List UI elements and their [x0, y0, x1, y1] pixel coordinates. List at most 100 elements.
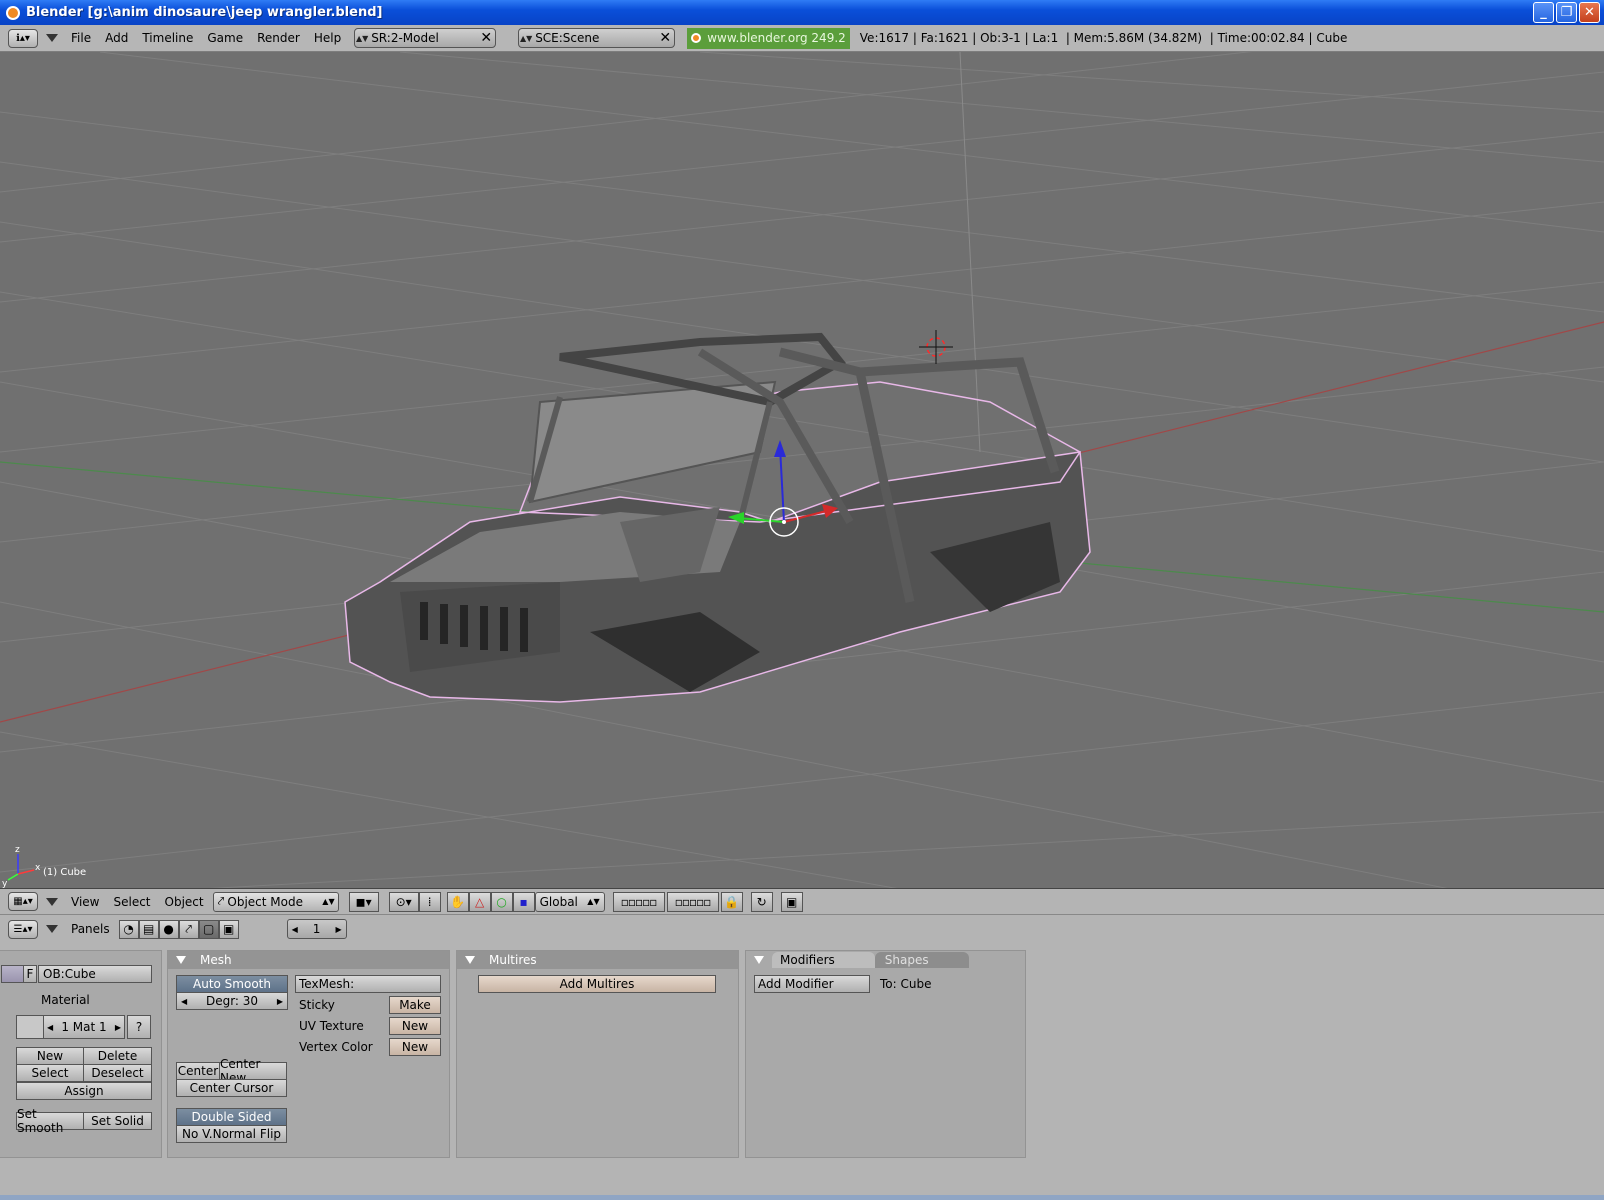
- render-preview-button[interactable]: ▣: [780, 891, 803, 912]
- rotate-manipulator-button[interactable]: ○: [490, 891, 513, 912]
- lock-icon: 🔒: [724, 894, 740, 909]
- center-cursor-button[interactable]: Center Cursor: [176, 1079, 287, 1097]
- vertex-color-new-button[interactable]: New: [389, 1038, 441, 1056]
- menu-game[interactable]: Game: [200, 31, 250, 45]
- menu-timeline[interactable]: Timeline: [135, 31, 200, 45]
- draw-type-selector[interactable]: ◼▾: [348, 891, 379, 912]
- set-smooth-button[interactable]: Set Smooth: [16, 1107, 84, 1135]
- material-slot-field[interactable]: ◀ 1 Mat 1 ▶: [43, 1015, 125, 1039]
- window-type-selector[interactable]: ℹ▴▾: [8, 28, 38, 48]
- delete-scene-icon[interactable]: ✕: [656, 30, 674, 46]
- left-arrow-icon: ◀: [291, 924, 298, 934]
- scene-layers-row2[interactable]: ▫▫▫▫▫: [666, 891, 719, 912]
- tab-shapes[interactable]: Shapes: [874, 952, 969, 968]
- scene-selector[interactable]: ▲▼ SCE:Scene ✕: [518, 28, 676, 48]
- menu-help[interactable]: Help: [307, 31, 348, 45]
- active-object-label: (1) Cube: [43, 867, 87, 878]
- frame-number-field[interactable]: ◀ 1 ▶: [286, 919, 347, 939]
- delete-screen-icon[interactable]: ✕: [477, 30, 495, 46]
- hand-icon: ✋: [450, 894, 466, 909]
- add-modifier-button[interactable]: Add Modifier: [754, 975, 870, 993]
- screen-selector[interactable]: ▲▼ SR:2-Model ✕: [354, 28, 497, 48]
- orientation-label: Global: [539, 894, 578, 909]
- collapse-menu-icon[interactable]: [46, 925, 58, 933]
- new-material-button[interactable]: New: [16, 1047, 84, 1065]
- collapse-icon: [465, 956, 475, 964]
- mesh-panel-title: Mesh: [200, 953, 232, 967]
- right-arrow-icon: ▶: [276, 996, 283, 1006]
- center-new-button[interactable]: Center New: [219, 1057, 287, 1085]
- menu-object[interactable]: Object: [158, 895, 211, 909]
- fake-user-button[interactable]: F: [23, 965, 37, 983]
- editor-type-selector[interactable]: ▦▴▾: [8, 892, 38, 911]
- collapse-icon[interactable]: [754, 956, 764, 964]
- 3d-viewport[interactable]: z x y (1) Cube: [0, 52, 1604, 889]
- deselect-material-button[interactable]: Deselect: [83, 1064, 152, 1082]
- scene-context-button[interactable]: ▣: [218, 919, 239, 939]
- pivot-selector[interactable]: ⊙▾: [388, 891, 419, 912]
- material-help-button[interactable]: ?: [127, 1015, 151, 1039]
- buttons-panels-area: F OB:Cube Material ◀ 1 Mat 1 ▶ ? New Del…: [0, 942, 1604, 1200]
- auto-smooth-toggle[interactable]: Auto Smooth: [176, 975, 288, 993]
- scale-manipulator-button[interactable]: ▪: [512, 891, 535, 912]
- axis-x-label: x: [35, 863, 41, 873]
- set-solid-button[interactable]: Set Solid: [83, 1112, 152, 1130]
- tab-modifiers[interactable]: Modifiers: [772, 952, 875, 968]
- menu-render[interactable]: Render: [250, 31, 307, 45]
- material-color-swatch[interactable]: [16, 1015, 44, 1039]
- manipulator-toggle[interactable]: ✋: [446, 891, 469, 912]
- blender-logo-icon: [691, 33, 702, 43]
- add-multires-button[interactable]: Add Multires: [478, 975, 716, 993]
- lock-layers-button[interactable]: 🔒: [720, 891, 743, 912]
- jeep-model[interactable]: [344, 332, 1091, 703]
- assign-material-button[interactable]: Assign: [16, 1082, 152, 1100]
- material-slot-label: 1 Mat 1: [61, 1020, 107, 1034]
- snap-toggle[interactable]: ⁞: [418, 891, 441, 912]
- buttons-window-header: ☰▴▾ Panels ◔ ▤ ● ⤤ ▢ ▣ ◀ 1 ▶: [0, 916, 1604, 942]
- mesh-panel-header[interactable]: Mesh: [168, 951, 449, 969]
- logic-context-button[interactable]: ◔: [118, 919, 139, 939]
- orientation-selector[interactable]: Global ▲▼: [534, 891, 605, 912]
- texmesh-field[interactable]: TexMesh:: [295, 975, 441, 993]
- collapse-menu-icon[interactable]: [46, 34, 58, 42]
- menu-file[interactable]: File: [64, 31, 98, 45]
- minimize-button[interactable]: _: [1533, 2, 1554, 23]
- material-label: Material: [41, 993, 90, 1007]
- scene-name[interactable]: SCE:Scene: [533, 31, 656, 45]
- mode-selector[interactable]: ⤤ Object Mode ▲▼: [212, 891, 339, 912]
- delete-material-button[interactable]: Delete: [83, 1047, 152, 1065]
- menu-add[interactable]: Add: [98, 31, 135, 45]
- sticky-make-button[interactable]: Make: [389, 996, 441, 1014]
- pivot-icon: ⊙▾: [395, 894, 412, 909]
- scene-layers-row1[interactable]: ▫▫▫▫▫: [612, 891, 665, 912]
- degree-field[interactable]: ◀ Degr: 30 ▶: [176, 992, 288, 1010]
- menu-view[interactable]: View: [64, 895, 106, 909]
- image-icon: ▣: [785, 894, 798, 909]
- left-arrow-icon: ◀: [47, 1022, 54, 1032]
- uv-texture-new-button[interactable]: New: [389, 1017, 441, 1035]
- square-icon: ▢: [202, 922, 215, 936]
- menu-select[interactable]: Select: [106, 895, 157, 909]
- script-context-button[interactable]: ▤: [138, 919, 159, 939]
- website-link[interactable]: www.blender.org 249.2: [687, 27, 850, 49]
- select-material-button[interactable]: Select: [16, 1064, 84, 1082]
- translate-manipulator-button[interactable]: △: [468, 891, 491, 912]
- shading-context-button[interactable]: ●: [158, 919, 179, 939]
- screen-name[interactable]: SR:2-Model: [369, 31, 477, 45]
- object-name-field[interactable]: OB:Cube: [38, 965, 152, 983]
- modifiers-panel: Modifiers Shapes Add Modifier To: Cube: [745, 950, 1026, 1158]
- multires-panel-header[interactable]: Multires: [457, 951, 738, 969]
- editor-type-selector[interactable]: ☰▴▾: [8, 919, 38, 939]
- object-context-button[interactable]: ⤤: [178, 919, 199, 939]
- opengl-render-button[interactable]: ↻: [750, 891, 773, 912]
- editing-context-button[interactable]: ▢: [198, 919, 219, 939]
- close-button[interactable]: ✕: [1579, 2, 1600, 23]
- frame-number: 1: [312, 922, 321, 936]
- collapse-menu-icon[interactable]: [46, 897, 58, 906]
- double-sided-toggle[interactable]: Double Sided: [176, 1108, 287, 1126]
- no-vnormal-flip-toggle[interactable]: No V.Normal Flip: [176, 1125, 287, 1143]
- center-button[interactable]: Center: [176, 1062, 220, 1080]
- 3d-cursor[interactable]: [919, 330, 953, 364]
- left-arrow-icon: ◀: [181, 996, 188, 1006]
- maximize-button[interactable]: ❐: [1556, 2, 1577, 23]
